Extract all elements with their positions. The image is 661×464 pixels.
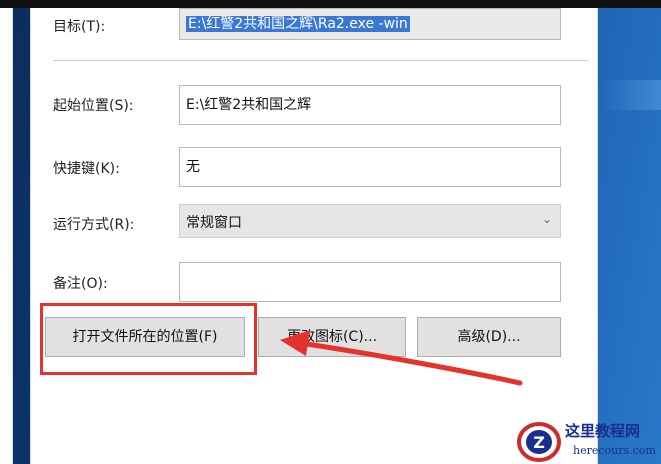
- watermark-title: 这里教程网: [565, 422, 641, 440]
- section-divider: [53, 60, 589, 61]
- svg-text:Z: Z: [533, 433, 545, 452]
- target-field[interactable]: E:\红警2共和国之辉\Ra2.exe -win: [179, 8, 561, 40]
- comment-field[interactable]: [179, 262, 561, 302]
- desktop-light-streak: [600, 80, 661, 110]
- comment-label: 备注(O):: [53, 276, 108, 292]
- run-label: 运行方式(R):: [53, 217, 135, 233]
- target-label: 目标(T):: [53, 19, 106, 35]
- top-edge: [0, 0, 661, 8]
- shortcut-key-label: 快捷键(K):: [53, 161, 120, 177]
- watermark: Z 这里教程网 herecours.com: [515, 418, 661, 464]
- advanced-button[interactable]: 高级(D)...: [417, 317, 561, 357]
- watermark-logo-icon: Z: [517, 422, 561, 462]
- start-in-field[interactable]: E:\红警2共和国之辉: [179, 85, 561, 125]
- run-select-value: 常规窗口: [186, 215, 242, 231]
- watermark-url: herecours.com: [573, 444, 656, 457]
- run-select[interactable]: 常规窗口 ⌄: [179, 204, 561, 238]
- chevron-down-icon: ⌄: [541, 212, 552, 226]
- left-window-edge: [0, 8, 13, 464]
- shortcut-key-field[interactable]: 无: [179, 147, 561, 187]
- shortcut-properties-dialog: 目标(T): E:\红警2共和国之辉\Ra2.exe -win 起始位置(S):…: [30, 8, 598, 464]
- target-value: E:\红警2共和国之辉\Ra2.exe -win: [186, 16, 410, 32]
- start-in-label: 起始位置(S):: [53, 98, 134, 114]
- highlight-box: [40, 303, 257, 375]
- change-icon-button[interactable]: 更改图标(C)...: [258, 317, 406, 357]
